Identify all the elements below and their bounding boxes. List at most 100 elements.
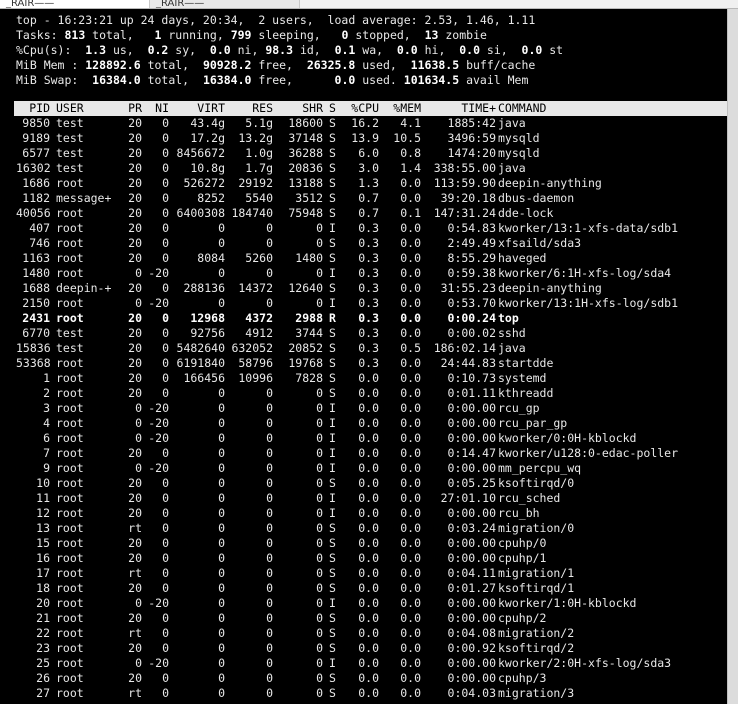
cell-cpu: 0.0 bbox=[358, 551, 379, 565]
cell-ni: -20 bbox=[148, 416, 169, 430]
cell-res: 0 bbox=[266, 581, 273, 595]
cell-ni: 0 bbox=[162, 191, 169, 205]
summary-text: %Cpu(s): bbox=[16, 43, 86, 57]
cell-s: I bbox=[329, 266, 336, 280]
cell-mem: 0.0 bbox=[400, 671, 421, 685]
cell-cpu: 0.0 bbox=[358, 401, 379, 415]
cell-user: root bbox=[56, 431, 84, 445]
cell-res: 58796 bbox=[238, 356, 273, 370]
cell-time: 2:49.49 bbox=[447, 236, 496, 250]
cell-s: S bbox=[329, 521, 336, 535]
summary-text: 1.3 bbox=[85, 43, 107, 57]
cell-cpu: 13.9 bbox=[351, 131, 379, 145]
cell-ni: 0 bbox=[162, 221, 169, 235]
cell-cmd: ksoftirqd/2 bbox=[498, 641, 575, 655]
cell-ni: 0 bbox=[162, 146, 169, 160]
cell-res: 0 bbox=[266, 686, 273, 700]
cell-mem: 0.0 bbox=[400, 566, 421, 580]
summary-text: MiB Mem : bbox=[16, 58, 86, 72]
cell-virt: 0 bbox=[218, 581, 225, 595]
cell-pr: 20 bbox=[128, 131, 142, 145]
cell-res: 0 bbox=[266, 296, 273, 310]
cell-res: 0 bbox=[266, 446, 273, 460]
cell-pid: 10 bbox=[36, 476, 50, 490]
cell-cmd: cpuhp/2 bbox=[498, 611, 547, 625]
cell-shr: SHR bbox=[302, 101, 323, 115]
cell-ni: 0 bbox=[162, 236, 169, 250]
cell-mem: 0.0 bbox=[400, 536, 421, 550]
cell-pid: 18 bbox=[36, 581, 50, 595]
cell-cmd: migration/3 bbox=[498, 686, 575, 700]
column-header: PID USER PR NI VIRT RES SHR S %CPU %MEM TIME+ COMMA… bbox=[16, 101, 738, 116]
cell-user: root bbox=[56, 236, 84, 250]
cell-time: 0:00.00 bbox=[447, 551, 496, 565]
cell-virt: 526272 bbox=[183, 176, 225, 190]
cell-time: 0:04.08 bbox=[447, 626, 496, 640]
cell-pid: 27 bbox=[36, 686, 50, 700]
cell-pr: 20 bbox=[128, 341, 142, 355]
cell-virt: 0 bbox=[218, 506, 225, 520]
cell-ni: 0 bbox=[162, 566, 169, 580]
cell-time: 186:02.14 bbox=[433, 341, 496, 355]
table-row: 3 root 0 -20 0 0 0 I 0.0 0.0 0:00.00 rcu_gp bbox=[16, 401, 738, 416]
cell-ni: 0 bbox=[162, 551, 169, 565]
cell-pr: 20 bbox=[128, 116, 142, 130]
cell-res: 0 bbox=[266, 266, 273, 280]
cell-mem: 0.0 bbox=[400, 176, 421, 190]
cell-pr: rt bbox=[128, 521, 142, 535]
cell-time: 0:59.38 bbox=[447, 266, 496, 280]
cell-mem: 0.0 bbox=[400, 641, 421, 655]
table-row: 11 root 20 0 0 0 0 I 0.0 0.0 27:01.10 rcu_sched bbox=[16, 491, 738, 506]
cell-mem: 10.5 bbox=[393, 131, 421, 145]
cell-pr: 20 bbox=[128, 146, 142, 160]
cell-pid: 16 bbox=[36, 551, 50, 565]
cell-time: 0:00.00 bbox=[447, 461, 496, 475]
cell-s: I bbox=[329, 221, 336, 235]
summary-text: free, bbox=[251, 73, 335, 87]
cell-ni: 0 bbox=[162, 491, 169, 505]
table-row: 6770 test 20 0 92756 4912 3744 S 0.3 0.0 0:00.02 ss… bbox=[16, 326, 738, 341]
summary-text: buff/cache bbox=[459, 58, 536, 72]
table-row: 4 root 0 -20 0 0 0 I 0.0 0.0 0:00.00 rcu_par_gp bbox=[16, 416, 738, 431]
cell-user: root bbox=[56, 536, 84, 550]
summary-text: 128892.6 bbox=[85, 58, 141, 72]
cell-cpu: 0.0 bbox=[358, 626, 379, 640]
cell-pid: 13 bbox=[36, 521, 50, 535]
cell-res: 0 bbox=[266, 521, 273, 535]
cell-virt: 0 bbox=[218, 446, 225, 460]
terminal-output[interactable]: top - 16:23:21 up 24 days, 20:34, 2 user… bbox=[0, 9, 738, 704]
scrollbar[interactable] bbox=[727, 9, 738, 704]
cell-cmd: migration/2 bbox=[498, 626, 575, 640]
cell-virt: 0 bbox=[218, 476, 225, 490]
table-row: 22 root rt 0 0 0 0 S 0.0 0.0 0:04.08 migration/2 bbox=[16, 626, 738, 641]
tab-session-2[interactable]: _RAIR—— bbox=[150, 0, 300, 8]
cell-pid: 1182 bbox=[22, 191, 50, 205]
cell-shr: 0 bbox=[316, 686, 323, 700]
table-row: 13 root rt 0 0 0 0 S 0.0 0.0 0:03.24 migration/0 bbox=[16, 521, 738, 536]
cell-s: S bbox=[329, 326, 336, 340]
cell-pid: 9189 bbox=[22, 131, 50, 145]
cell-virt: 0 bbox=[218, 416, 225, 430]
table-row: 1163 root 20 0 8084 5260 1480 S 0.3 0.0 8:55.29 hav… bbox=[16, 251, 738, 266]
cell-cpu: 6.0 bbox=[358, 146, 379, 160]
cell-user: root bbox=[56, 461, 84, 475]
cell-ni: -20 bbox=[148, 656, 169, 670]
table-row: 15836 test 20 0 5482640 632052 20852 S 0.3 0.5 186… bbox=[16, 341, 738, 356]
cell-pr: 20 bbox=[128, 191, 142, 205]
table-row: 21 root 20 0 0 0 0 S 0.0 0.0 0:00.00 cpuhp/2 bbox=[16, 611, 738, 626]
cell-res: 0 bbox=[266, 431, 273, 445]
cell-virt: 0 bbox=[218, 431, 225, 445]
cell-pid: 2150 bbox=[22, 296, 50, 310]
cell-time: 0:00.02 bbox=[447, 326, 496, 340]
summary-text: 0.1 bbox=[334, 43, 356, 57]
cell-res: 13.2g bbox=[238, 131, 273, 145]
cell-cpu: %CPU bbox=[351, 101, 379, 115]
cell-cmd: ksoftirqd/0 bbox=[498, 476, 575, 490]
table-row: 2431 root 20 0 12968 4372 2988 R 0.3 0.0 0:00.24 to… bbox=[16, 311, 738, 326]
cell-cmd: deepin-anything bbox=[498, 176, 602, 190]
cell-virt: 0 bbox=[218, 536, 225, 550]
tab-session-1[interactable]: _RAIR—— bbox=[0, 0, 150, 8]
cell-cpu: 0.0 bbox=[358, 431, 379, 445]
cell-res: 29192 bbox=[238, 176, 273, 190]
tab-bar: _RAIR—— _RAIR—— bbox=[0, 0, 738, 9]
